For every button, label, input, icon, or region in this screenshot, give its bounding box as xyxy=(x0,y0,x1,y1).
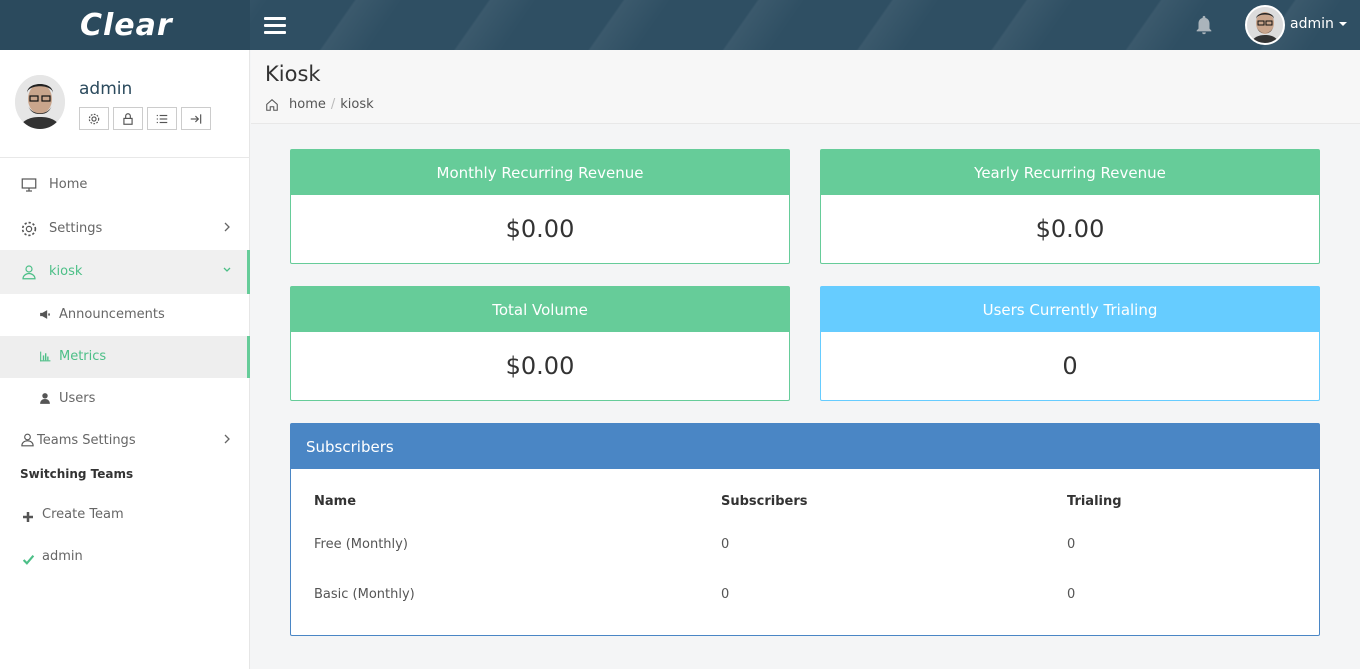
list-icon xyxy=(156,114,168,123)
sidebar-item-label: Teams Settings xyxy=(37,433,136,448)
avatar[interactable] xyxy=(1245,5,1285,45)
sidebar-item-home[interactable]: Home xyxy=(0,163,250,207)
home-icon[interactable] xyxy=(265,98,279,112)
trialing-users-card: Users Currently Trialing 0 xyxy=(820,286,1320,401)
avatar-image-icon xyxy=(1247,7,1283,43)
sidebar-item-users[interactable]: Users xyxy=(0,378,250,420)
sidebar-profile: admin xyxy=(0,50,250,158)
profile-name: admin xyxy=(79,79,133,99)
chevron-down-icon xyxy=(223,267,231,272)
breadcrumb: home / kiosk xyxy=(265,97,374,112)
profile-settings-button[interactable] xyxy=(79,107,109,130)
megaphone-icon xyxy=(40,310,50,319)
table-cell: 0 xyxy=(721,587,730,602)
yrr-card: Yearly Recurring Revenue $0.00 xyxy=(820,149,1320,264)
sidebar-item-announcements[interactable]: Announcements xyxy=(0,294,250,336)
check-icon xyxy=(22,555,35,565)
mrr-card: Monthly Recurring Revenue $0.00 xyxy=(290,149,790,264)
list-button[interactable] xyxy=(147,107,177,130)
breadcrumb-separator: / xyxy=(330,97,336,112)
table-cell: 0 xyxy=(1067,587,1076,602)
sidebar-item-label: kiosk xyxy=(49,264,83,279)
card-title: Users Currently Trialing xyxy=(821,287,1319,332)
team-item-admin[interactable]: admin xyxy=(0,539,250,579)
card-value: 0 xyxy=(1062,352,1078,380)
top-navbar: Clear admin xyxy=(0,0,1360,50)
breadcrumb-home-link[interactable]: home xyxy=(289,97,326,112)
switching-teams-heading: Switching Teams xyxy=(20,467,134,481)
lock-icon xyxy=(123,112,133,125)
card-value: $0.00 xyxy=(505,215,575,243)
chevron-right-icon xyxy=(224,434,230,444)
sidebar-item-label: Users xyxy=(59,391,96,406)
user-icon xyxy=(40,393,50,404)
subscribers-panel: Subscribers Name Subscribers Trialing Fr… xyxy=(290,423,1320,636)
avatar-image-icon xyxy=(15,75,65,129)
card-title: Yearly Recurring Revenue xyxy=(821,150,1319,195)
plus-icon xyxy=(23,512,33,522)
gear-icon xyxy=(88,113,100,124)
sidebar-item-settings[interactable]: Settings xyxy=(0,207,250,251)
panel-title: Subscribers xyxy=(291,424,1319,469)
card-value: $0.00 xyxy=(1035,215,1105,243)
sidebar-item-kiosk[interactable]: kiosk xyxy=(0,250,250,294)
sidebar-item-label: Home xyxy=(49,177,88,192)
profile-actions xyxy=(79,107,211,130)
sidebar-item-label: Metrics xyxy=(59,349,107,364)
create-team-label: Create Team xyxy=(42,507,124,522)
table-cell: 0 xyxy=(721,537,730,552)
lock-button[interactable] xyxy=(113,107,143,130)
card-value: $0.00 xyxy=(505,352,575,380)
page-title: Kiosk xyxy=(265,62,321,86)
table-cell: 0 xyxy=(1067,537,1076,552)
user-menu-label: admin xyxy=(1290,16,1334,32)
monitor-icon xyxy=(21,178,37,192)
sidebar-item-label: Settings xyxy=(49,221,103,236)
column-header-trialing: Trialing xyxy=(1067,494,1122,509)
table-cell: Free (Monthly) xyxy=(314,537,408,552)
card-title: Monthly Recurring Revenue xyxy=(291,150,789,195)
user-menu[interactable]: admin xyxy=(1290,16,1347,32)
column-header-subscribers: Subscribers xyxy=(721,494,808,509)
gear-icon xyxy=(21,221,37,237)
sidebar-item-metrics[interactable]: Metrics xyxy=(0,336,250,378)
chevron-down-icon xyxy=(1338,22,1347,26)
chevron-right-icon xyxy=(224,222,230,232)
page-header: Kiosk home / kiosk xyxy=(251,50,1360,124)
breadcrumb-current: kiosk xyxy=(340,97,374,112)
sidebar: admin Home Settings kiosk Announcements … xyxy=(0,50,250,669)
user-outline-icon xyxy=(22,265,36,280)
sidebar-item-label: Announcements xyxy=(59,307,165,322)
brand-area: Clear xyxy=(0,0,250,50)
table-cell: Basic (Monthly) xyxy=(314,587,415,602)
logout-icon xyxy=(190,113,202,124)
user-outline-icon xyxy=(21,433,34,447)
sidebar-item-teams-settings[interactable]: Teams Settings xyxy=(0,419,250,463)
total-volume-card: Total Volume $0.00 xyxy=(290,286,790,401)
menu-toggle-button[interactable] xyxy=(264,17,286,35)
column-header-name: Name xyxy=(314,494,357,509)
brand-logo[interactable]: Clear xyxy=(80,8,173,43)
team-item-label: admin xyxy=(42,549,83,564)
card-title: Total Volume xyxy=(291,287,789,332)
logout-button[interactable] xyxy=(181,107,211,130)
bell-icon[interactable] xyxy=(1193,13,1215,37)
avatar[interactable] xyxy=(15,75,65,129)
create-team-button[interactable]: Create Team xyxy=(0,497,250,537)
bar-chart-icon xyxy=(40,351,51,362)
